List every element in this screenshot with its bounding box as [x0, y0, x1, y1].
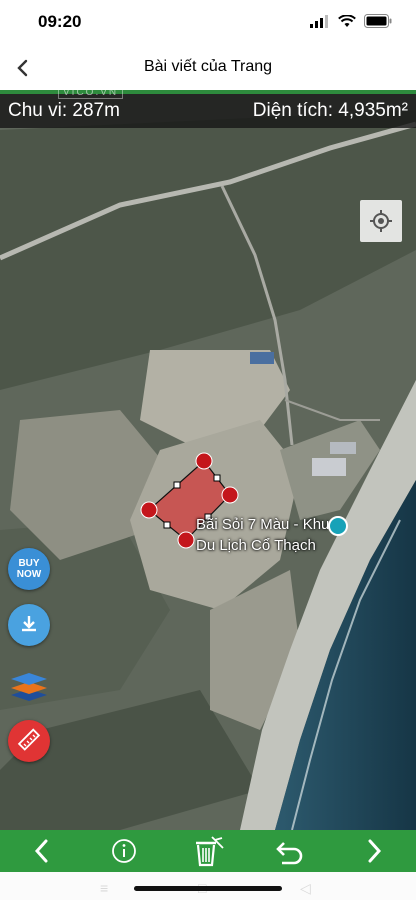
satellite-map: [0, 90, 416, 830]
delete-button[interactable]: [188, 834, 228, 868]
battery-icon: [364, 14, 392, 28]
info-button[interactable]: [104, 834, 144, 868]
buy-now-button[interactable]: BUY NOW: [8, 548, 50, 590]
watermark: VICO.VN: [58, 90, 124, 99]
vertex-handle: [221, 486, 239, 504]
page-title: Bài viết của Trang: [143, 58, 273, 75]
camera-icon[interactable]: [328, 516, 348, 536]
undo-icon: [276, 842, 303, 865]
back-ghost-icon: ◁: [300, 880, 311, 896]
home-indicator-area: ≡ □ ◁: [0, 872, 416, 900]
download-button[interactable]: [8, 604, 50, 646]
vertex-handle: [177, 531, 195, 549]
status-time: 09:20: [38, 12, 82, 31]
vertex-handle: [140, 501, 158, 519]
home-indicator[interactable]: [134, 886, 282, 891]
chevron-right-icon: [368, 839, 382, 863]
ruler-icon: [17, 728, 41, 751]
signal-icon: [310, 14, 328, 28]
prev-button[interactable]: [22, 834, 62, 868]
download-icon: [22, 616, 36, 632]
perimeter-label: Chu vi: 287m: [8, 100, 120, 121]
bottom-toolbar: [0, 830, 416, 872]
vertex-handle: [195, 452, 213, 470]
status-bar: 09:20: [0, 0, 416, 46]
status-icons: [310, 14, 392, 28]
poi-label[interactable]: Bãi Sỏi 7 Màu - Khu Du Lịch Cổ Thạch: [196, 514, 329, 556]
info-icon: [112, 839, 136, 863]
crosshair-icon: [370, 210, 392, 232]
undo-button[interactable]: [270, 834, 310, 868]
nav-bar: Bài viết của Trang: [0, 46, 416, 90]
chevron-left-icon: [34, 839, 48, 863]
menu-ghost-icon: ≡: [100, 880, 109, 896]
poi-line-2: Du Lịch Cổ Thạch: [196, 537, 316, 554]
map-view[interactable]: Chu vi: 287m Diện tích: 4,935m² VICO.VN …: [0, 90, 416, 830]
next-button[interactable]: [354, 834, 394, 868]
wifi-icon: [338, 14, 356, 27]
area-label: Diện tích: 4,935m²: [252, 100, 408, 121]
layers-button[interactable]: [8, 666, 50, 708]
ruler-button[interactable]: [8, 720, 50, 762]
trash-icon: [196, 836, 224, 867]
poi-line-1: Bãi Sỏi 7 Màu - Khu: [196, 516, 330, 533]
locate-button[interactable]: [360, 200, 402, 242]
layers-icon: [11, 673, 47, 701]
